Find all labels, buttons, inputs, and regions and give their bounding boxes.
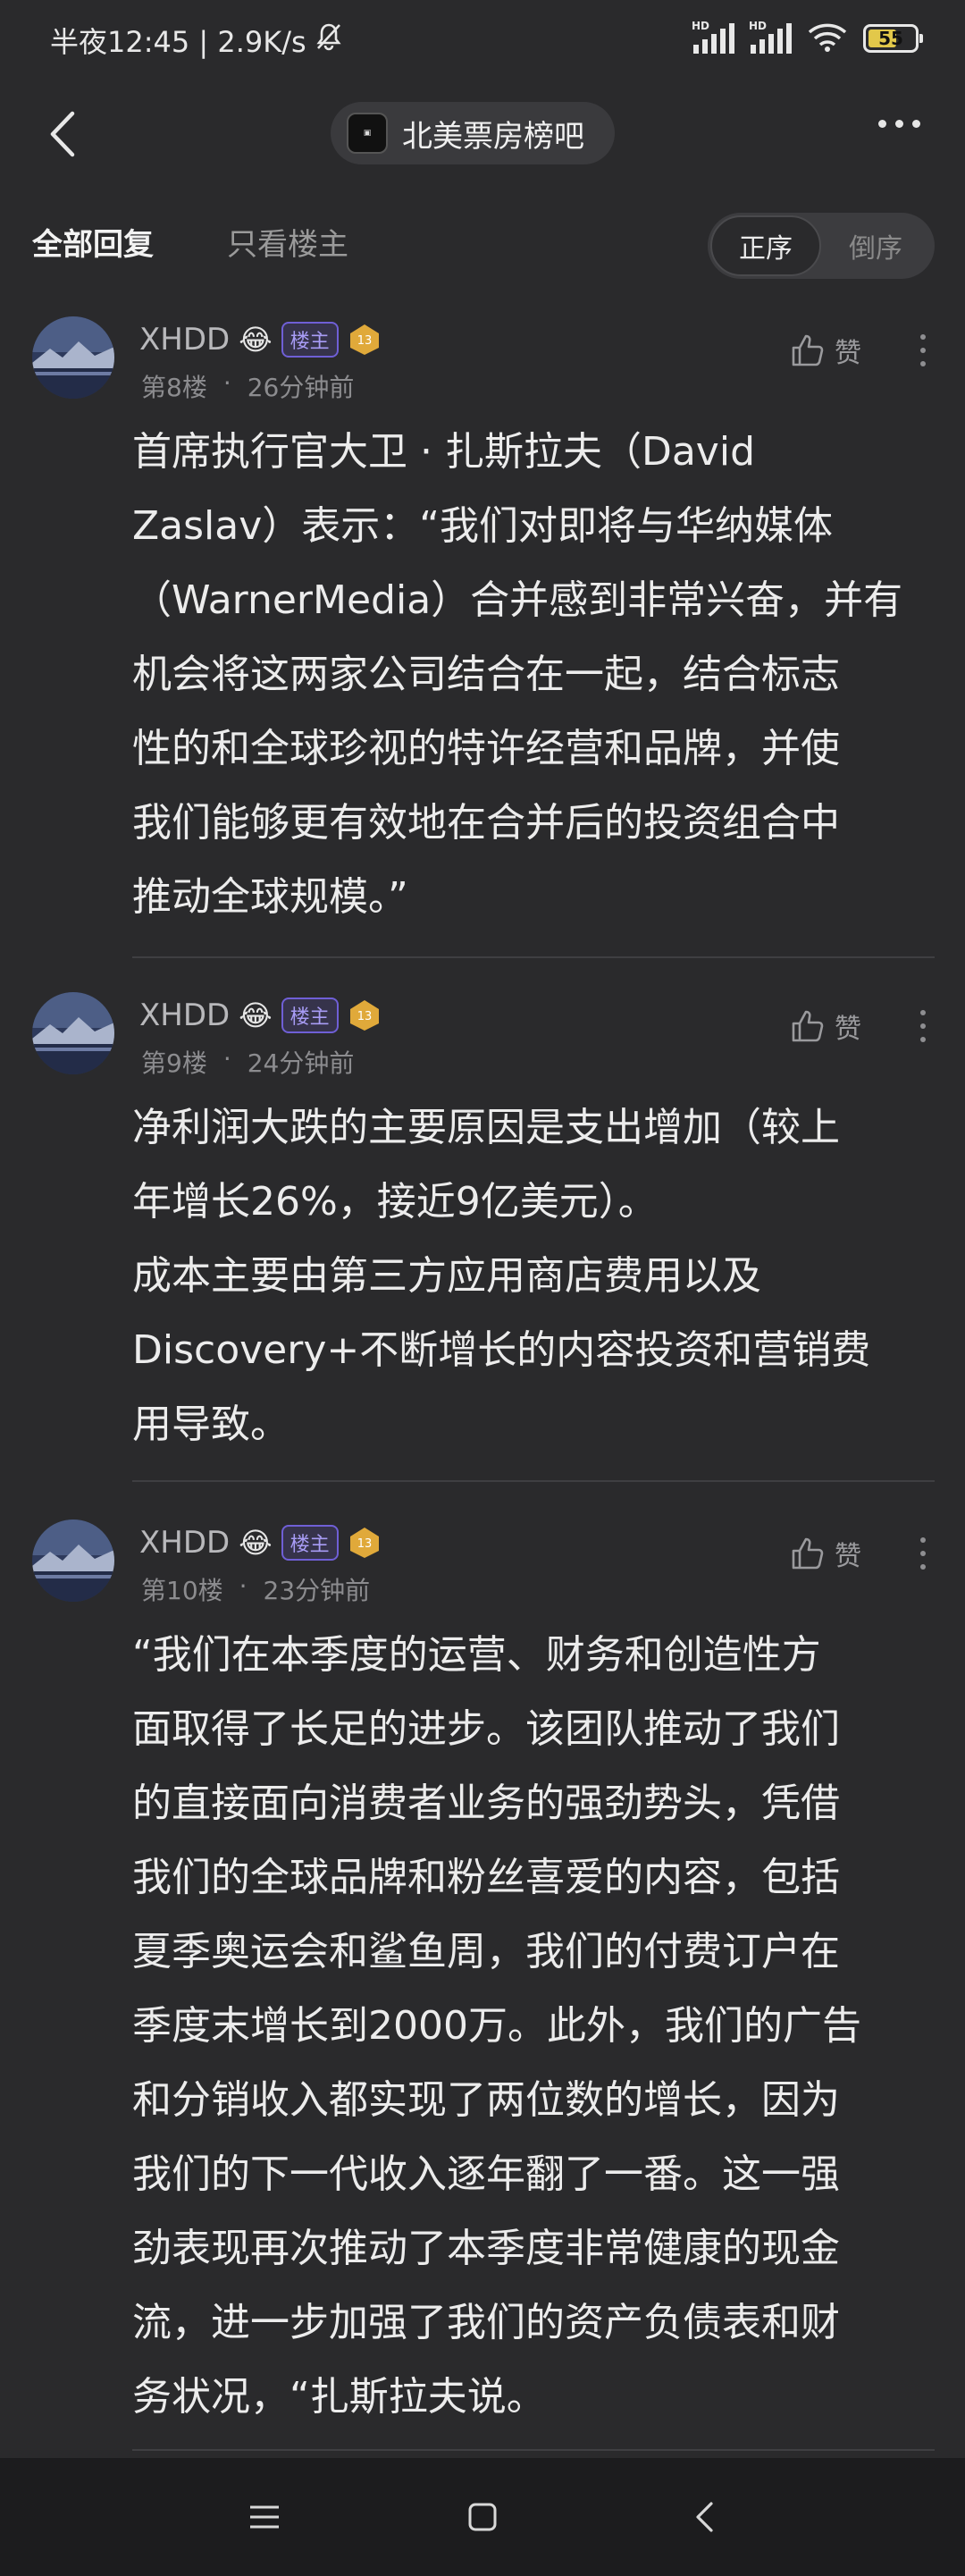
status-time: 半夜12:45 | 2.9K/s xyxy=(50,25,306,59)
reply-item: XHDD 😂 楼主 13 第10楼 · 23分钟前 赞 “我们在本季度的运营、财… xyxy=(0,1511,965,2458)
forum-logo: ▣ xyxy=(347,113,388,154)
forum-name: 北美票房榜吧 xyxy=(402,118,584,155)
forum-pill[interactable]: ▣ 北美票房榜吧 xyxy=(331,102,615,164)
avatar[interactable] xyxy=(32,992,114,1074)
menu-icon[interactable] xyxy=(245,2497,284,2537)
user-line: XHDD 😂 楼主 13 xyxy=(139,1525,382,1561)
nav-bar: ▣ 北美票房榜吧 xyxy=(0,80,965,188)
level-number: 13 xyxy=(357,334,372,348)
username[interactable]: XHDD xyxy=(139,1525,230,1561)
signal-hd-icon: HD xyxy=(749,20,792,54)
meta-line: 第10楼 · 23分钟前 xyxy=(141,1571,370,1607)
like-button[interactable]: 赞 xyxy=(790,1006,861,1046)
level-number: 13 xyxy=(357,1010,372,1023)
signal-hd-icon: HD xyxy=(692,20,734,54)
user-line: XHDD 😂 楼主 13 xyxy=(139,322,382,358)
op-badge: 楼主 xyxy=(281,1525,339,1561)
back-chevron-icon[interactable] xyxy=(684,2497,724,2537)
divider xyxy=(132,1480,935,1482)
post-time: 23分钟前 xyxy=(263,1576,371,1605)
username[interactable]: XHDD xyxy=(139,322,230,358)
like-label: 赞 xyxy=(835,1541,861,1572)
reply-text: “我们在本季度的运营、财务和创造性方 面取得了长足的进步。该团队推动了我们 的直… xyxy=(132,1632,861,2420)
tab-op-only[interactable]: 只看楼主 xyxy=(227,220,348,264)
like-label: 赞 xyxy=(835,1014,861,1045)
op-badge: 楼主 xyxy=(281,322,339,358)
like-button[interactable]: 赞 xyxy=(790,331,861,370)
status-left: 半夜12:45 | 2.9K/s xyxy=(50,20,344,61)
bell-muted-icon xyxy=(314,21,344,59)
tab-all-replies[interactable]: 全部回复 xyxy=(32,220,154,264)
reply-text: 首席执行官大卫 · 扎斯拉夫（David Zaslav）表示：“我们对即将与华纳… xyxy=(132,429,903,920)
level-badge-icon: 13 xyxy=(348,1526,382,1560)
more-dots-icon[interactable] xyxy=(878,120,920,128)
reply-item: XHDD 😂 楼主 13 第9楼 · 24分钟前 赞 净利润大跌的主要原因是支出… xyxy=(0,983,965,1484)
more-vertical-icon[interactable] xyxy=(920,334,926,366)
meta-dot: · xyxy=(222,1044,231,1073)
order-asc-button[interactable]: 正序 xyxy=(710,215,821,276)
level-number: 13 xyxy=(357,1537,372,1551)
reply-text: 净利润大跌的主要原因是支出增加（较上 年增长26%，接近9亿美元）。 成本主要由… xyxy=(132,1105,871,1447)
reply-list: XHDD 😂 楼主 13 第8楼 · 26分钟前 赞 首席执行官大卫 · 扎斯拉… xyxy=(0,295,965,2458)
user-line: XHDD 😂 楼主 13 xyxy=(139,998,382,1033)
username-emoji: 😂 xyxy=(239,998,273,1032)
like-label: 赞 xyxy=(835,338,861,369)
avatar[interactable] xyxy=(32,1520,114,1602)
order-toggle[interactable]: 正序 倒序 xyxy=(708,213,935,279)
username[interactable]: XHDD xyxy=(139,998,230,1033)
meta-line: 第8楼 · 26分钟前 xyxy=(141,368,354,404)
level-badge-icon: 13 xyxy=(348,998,382,1032)
status-bar: 半夜12:45 | 2.9K/s HD HD 55 xyxy=(0,0,965,80)
more-vertical-icon[interactable] xyxy=(920,1537,926,1570)
thumbs-up-icon xyxy=(792,1010,824,1042)
post-time: 24分钟前 xyxy=(247,1048,355,1078)
home-square-icon[interactable] xyxy=(463,2497,502,2537)
order-desc-button[interactable]: 倒序 xyxy=(822,215,929,276)
meta-dot: · xyxy=(222,368,231,398)
level-badge-icon: 13 xyxy=(348,323,382,357)
reply-item: XHDD 😂 楼主 13 第8楼 · 26分钟前 赞 首席执行官大卫 · 扎斯拉… xyxy=(0,307,965,960)
system-nav-bar xyxy=(0,2458,965,2576)
more-vertical-icon[interactable] xyxy=(920,1010,926,1042)
divider xyxy=(132,956,935,958)
floor-number: 第9楼 xyxy=(141,1048,207,1078)
avatar[interactable] xyxy=(32,316,114,399)
divider xyxy=(132,2449,935,2451)
post-time: 26分钟前 xyxy=(247,373,355,402)
battery-level: 55 xyxy=(878,28,903,49)
username-emoji: 😂 xyxy=(239,1526,273,1560)
thumbs-up-icon xyxy=(792,1537,824,1570)
meta-dot: · xyxy=(239,1571,248,1601)
op-badge: 楼主 xyxy=(281,998,339,1033)
status-right: HD HD 55 xyxy=(692,20,923,55)
thumbs-up-icon xyxy=(792,334,824,366)
back-arrow-icon[interactable] xyxy=(34,105,91,163)
username-emoji: 😂 xyxy=(239,323,273,357)
like-button[interactable]: 赞 xyxy=(790,1534,861,1573)
meta-line: 第9楼 · 24分钟前 xyxy=(141,1044,354,1080)
battery-icon: 55 xyxy=(863,24,923,53)
tabs-bar: 全部回复 只看楼主 正序 倒序 xyxy=(0,188,965,295)
floor-number: 第8楼 xyxy=(141,373,207,402)
wifi-icon xyxy=(808,21,847,55)
floor-number: 第10楼 xyxy=(141,1576,223,1605)
